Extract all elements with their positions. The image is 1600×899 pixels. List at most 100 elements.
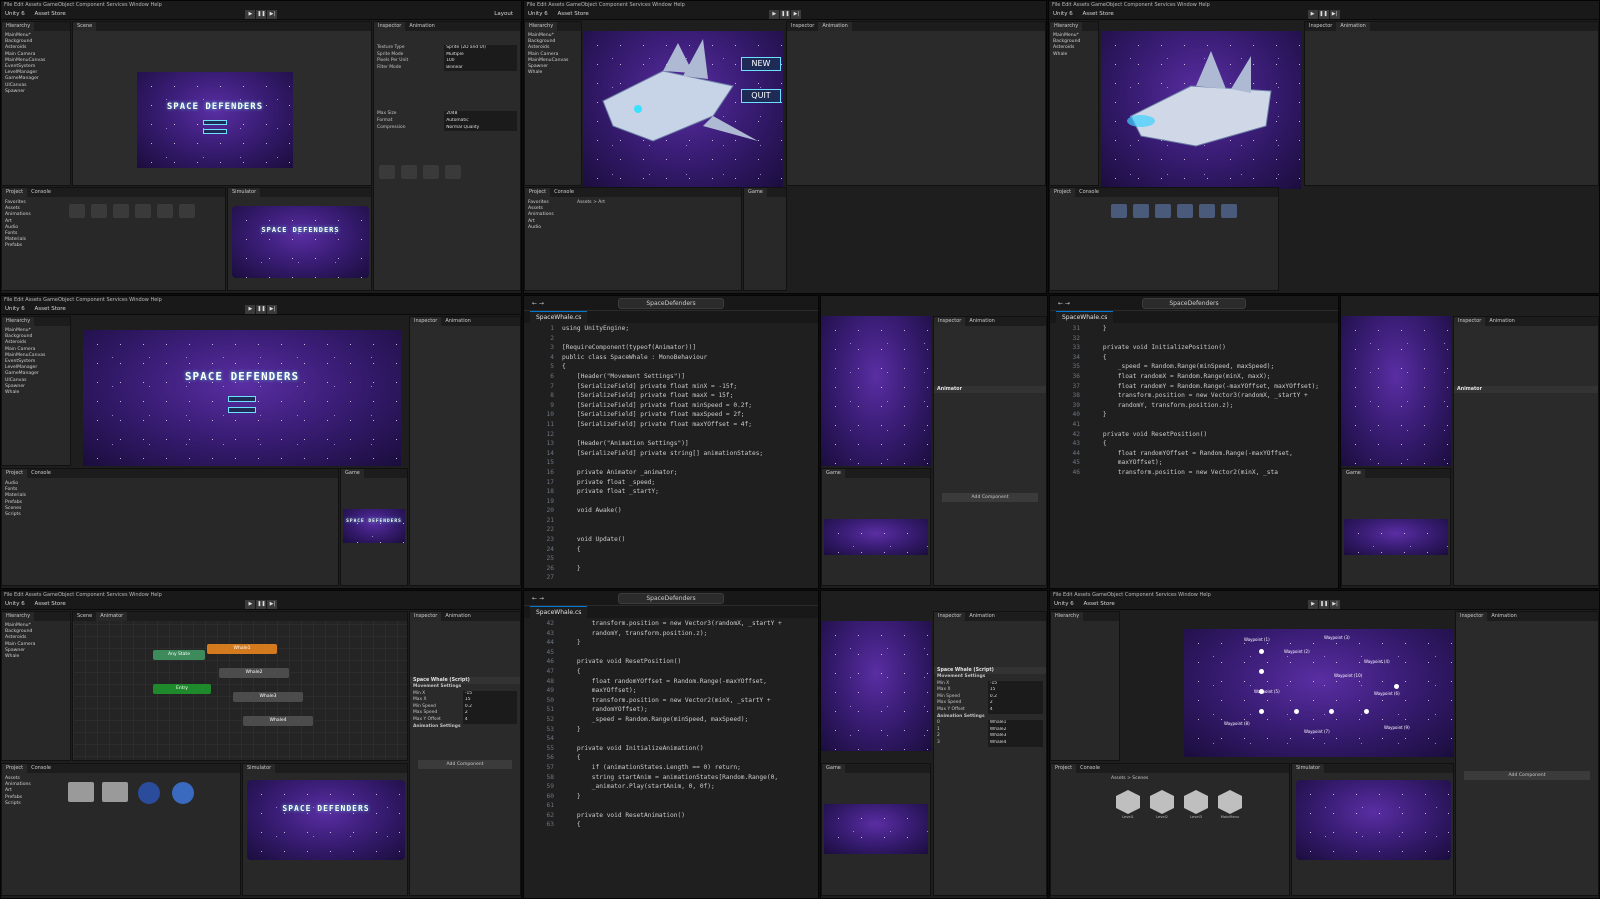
add-component-button[interactable]: Add Component xyxy=(418,760,512,770)
code-line[interactable]: void Update() xyxy=(562,535,812,545)
step-icon[interactable]: ▶| xyxy=(791,10,802,19)
tab-game[interactable]: Game xyxy=(1342,469,1365,478)
hierarchy-item[interactable]: Whale xyxy=(5,390,67,396)
tab-animation[interactable]: Animation xyxy=(441,612,475,621)
tab-game[interactable]: Game xyxy=(744,188,767,197)
asset-thumb[interactable] xyxy=(134,204,152,226)
tab-console[interactable]: Console xyxy=(27,469,55,478)
code-line[interactable]: [SerializeField] private float minSpeed … xyxy=(562,401,812,411)
code-line[interactable]: { xyxy=(1088,353,1332,363)
asset-store-button[interactable]: Asset Store xyxy=(553,9,592,19)
tab-animation[interactable]: Animation xyxy=(441,317,475,326)
tab-hierarchy[interactable]: Hierarchy xyxy=(525,22,558,31)
code-line[interactable]: private void ResetAnimation() xyxy=(562,811,812,821)
play-icon[interactable]: ▶ xyxy=(245,305,256,314)
code-line[interactable] xyxy=(1088,334,1332,344)
code-line[interactable] xyxy=(562,648,812,658)
prefab-folder-icon[interactable] xyxy=(66,782,96,812)
step-icon[interactable]: ▶| xyxy=(1329,10,1340,19)
menu-bar[interactable]: File Edit Assets GameObject Component Se… xyxy=(1,296,521,304)
waypoint-marker[interactable] xyxy=(1394,684,1399,689)
tab-project[interactable]: Project xyxy=(1050,188,1076,197)
tab-inspector[interactable]: Inspector xyxy=(934,317,966,326)
code-line[interactable]: transform.position = new Vector2(minX, _… xyxy=(1088,468,1332,478)
waypoint-marker[interactable] xyxy=(1294,709,1299,714)
code-line[interactable]: private void InitializeAnimation() xyxy=(562,744,812,754)
menu-bar[interactable]: File Edit Assets GameObject Component Se… xyxy=(1,591,521,599)
nav-arrows-icon[interactable]: ← → xyxy=(1050,300,1070,307)
tab-project[interactable]: Project xyxy=(2,764,28,773)
code-line[interactable] xyxy=(562,430,812,440)
asset-store-button[interactable]: Asset Store xyxy=(1078,9,1117,19)
tab-inspector[interactable]: Inspector xyxy=(787,22,818,31)
code-line[interactable]: if (animationStates.Length == 0) return; xyxy=(562,763,812,773)
unity-label[interactable]: Unity 6 xyxy=(1,304,29,314)
asset-thumb[interactable] xyxy=(178,204,196,226)
code-line[interactable]: _speed = Random.Range(minSpeed, maxSpeed… xyxy=(1088,362,1332,372)
tab-game[interactable]: Game xyxy=(822,469,845,478)
code-line[interactable]: [SerializeField] private string[] animat… xyxy=(562,449,812,459)
menu-bar[interactable]: File Edit Assets GameObject Component Se… xyxy=(1049,1,1599,9)
waypoint-marker[interactable] xyxy=(1259,709,1264,714)
project-folder[interactable]: Audio xyxy=(528,225,554,231)
tab-simulator[interactable]: Simulator xyxy=(1292,764,1325,773)
code-line[interactable]: transform.position = new Vector3(randomX… xyxy=(562,619,812,629)
sprite-thumb[interactable] xyxy=(444,165,462,187)
tab-project[interactable]: Project xyxy=(2,188,28,197)
project-folder[interactable]: Prefabs xyxy=(5,243,59,249)
code-line[interactable]: { xyxy=(562,820,812,830)
code-line[interactable]: private float _startY; xyxy=(562,487,812,497)
tab-hierarchy[interactable]: Hierarchy xyxy=(1050,22,1083,31)
code-line[interactable]: private void ResetPosition() xyxy=(562,657,812,667)
unity-label[interactable]: Unity 6 xyxy=(524,9,552,19)
code-line[interactable]: randomY, transform.position.z); xyxy=(1088,401,1332,411)
animator-graph[interactable]: Scene Animator Any State Whale1 Whale2 Wh… xyxy=(72,611,408,761)
tab-inspector[interactable]: Inspector xyxy=(1456,612,1488,621)
node-whale1[interactable]: Whale1 xyxy=(207,644,277,654)
new-button[interactable]: NEW xyxy=(741,57,781,71)
nav-arrows-icon[interactable]: ← → xyxy=(524,300,544,307)
code-line[interactable]: _animator.Play(startAnim, 0, 0f); xyxy=(562,782,812,792)
waypoint-marker[interactable] xyxy=(1364,709,1369,714)
scene-file[interactable]: Level1 xyxy=(1113,790,1143,824)
waypoint-marker[interactable] xyxy=(1259,649,1264,654)
scene-view-waypoints[interactable]: Waypoint (1) Waypoint (2) Waypoint (3) W… xyxy=(1184,629,1454,757)
script-component-header[interactable]: Space Whale (Script) xyxy=(410,677,520,684)
new-game-button[interactable] xyxy=(228,396,256,402)
pause-icon[interactable]: ❚❚ xyxy=(1319,600,1330,609)
code-line[interactable]: private float _speed; xyxy=(562,478,812,488)
tab-spacewhale[interactable]: SpaceWhale.cs xyxy=(530,606,588,618)
waypoint-marker[interactable] xyxy=(1259,689,1264,694)
code-line[interactable]: randomY, transform.position.z); xyxy=(562,629,812,639)
hierarchy-item[interactable]: Whale xyxy=(1053,52,1095,58)
tab-scene[interactable]: Scene xyxy=(73,612,96,621)
code-line[interactable]: [Header("Movement Settings")] xyxy=(562,372,812,382)
code-text[interactable]: using UnityEngine; [RequireComponent(type… xyxy=(562,324,812,583)
code-line[interactable]: { xyxy=(562,667,812,677)
add-component-button[interactable]: Add Component xyxy=(942,493,1038,502)
code-line[interactable]: transform.position = new Vector2(minX, _… xyxy=(562,696,812,706)
tab-animation[interactable]: Animation xyxy=(1336,22,1370,31)
code-line[interactable]: maxYOffset); xyxy=(1088,458,1332,468)
pause-icon[interactable]: ❚❚ xyxy=(256,305,267,314)
quit-game-button[interactable] xyxy=(203,129,227,134)
sprite-thumb[interactable] xyxy=(378,165,396,187)
tab-animation[interactable]: Animation xyxy=(818,22,852,31)
whale-frame-thumb[interactable] xyxy=(1132,204,1150,226)
code-line[interactable]: } xyxy=(1088,324,1332,334)
waypoint-marker[interactable] xyxy=(1259,669,1264,674)
step-icon[interactable]: ▶| xyxy=(1330,600,1341,609)
code-line[interactable]: { xyxy=(562,545,812,555)
node-whale4[interactable]: Whale4 xyxy=(243,716,313,726)
node-whale2[interactable]: Whale2 xyxy=(219,668,289,678)
unity-label[interactable]: Unity 6 xyxy=(1,599,29,609)
sprite-thumb[interactable] xyxy=(422,165,440,187)
tab-inspector[interactable]: Inspector xyxy=(934,612,966,621)
tab-hierarchy[interactable]: Hierarchy xyxy=(2,317,35,326)
code-line[interactable]: transform.position = new Vector3(randomX… xyxy=(1088,391,1332,401)
tab-console[interactable]: Console xyxy=(27,188,55,197)
code-text[interactable]: transform.position = new Vector3(randomX… xyxy=(562,619,812,830)
whale-frame-thumb[interactable] xyxy=(1110,204,1128,226)
quit-game-button[interactable] xyxy=(228,407,256,413)
project-folder[interactable]: Scripts xyxy=(5,512,26,518)
